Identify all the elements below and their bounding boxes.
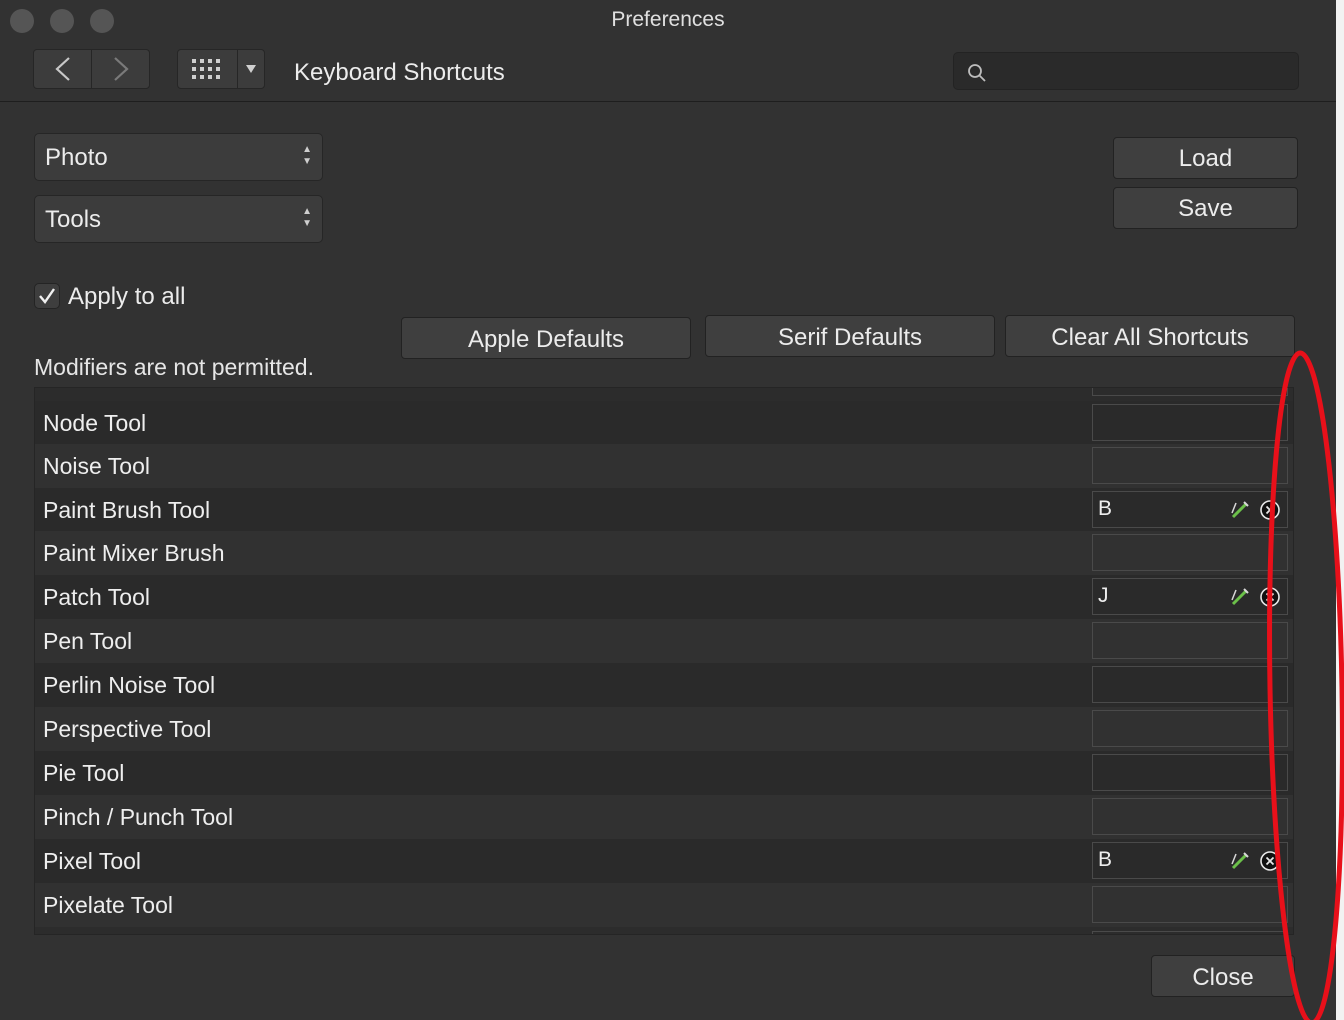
- shortcut-row[interactable]: Noise Tool: [35, 444, 1293, 488]
- shortcut-cell[interactable]: [1092, 388, 1288, 396]
- shortcut-row[interactable]: Patch Tool J: [35, 575, 1293, 619]
- shortcut-name: Perlin Noise Tool: [43, 672, 216, 698]
- shortcut-key: J: [1098, 584, 1109, 607]
- shortcut-cell[interactable]: [1092, 754, 1288, 791]
- shortcut-row[interactable]: Pen Tool: [35, 619, 1293, 663]
- preferences-window: Preferences Keyboard Shortcuts Photo ▲ ▼…: [0, 0, 1337, 1020]
- toolbar-title: Keyboard Shortcuts: [294, 59, 505, 86]
- background-window-edge: [1336, 0, 1344, 1020]
- window-title: Preferences: [611, 8, 725, 31]
- triangle-down-icon: [246, 65, 257, 73]
- updown-arrows-icon: ▲ ▼: [302, 144, 312, 167]
- pencil-icon[interactable]: [1230, 500, 1250, 520]
- grid-view-segment: [177, 49, 265, 89]
- nav-segment: [33, 49, 150, 89]
- app-select[interactable]: Photo ▲ ▼: [34, 133, 323, 181]
- clear-circle-icon[interactable]: [1259, 850, 1281, 872]
- load-button[interactable]: Load: [1113, 137, 1298, 179]
- shortcut-name: Pinch / Punch Tool: [43, 804, 234, 830]
- shortcut-name: Pie Tool: [43, 760, 125, 786]
- grid-menu-button[interactable]: [238, 50, 264, 88]
- shortcut-cell[interactable]: [1092, 404, 1288, 441]
- shortcut-cell[interactable]: [1092, 710, 1288, 747]
- shortcut-cell[interactable]: [1092, 886, 1288, 923]
- apple-defaults-button[interactable]: Apple Defaults: [401, 317, 691, 359]
- shortcut-row[interactable]: Perlin Noise Tool: [35, 663, 1293, 707]
- search-field[interactable]: [953, 52, 1299, 90]
- shortcut-name: Paint Brush Tool: [43, 497, 211, 523]
- clear-circle-icon[interactable]: [1259, 499, 1281, 521]
- shortcut-row[interactable]: Perspective Tool: [35, 707, 1293, 751]
- checkmark-icon: [39, 288, 55, 304]
- forward-button[interactable]: [92, 50, 149, 88]
- close-button[interactable]: Close: [1151, 955, 1295, 997]
- shortcut-cell[interactable]: B: [1092, 842, 1288, 879]
- shortcut-row[interactable]: Paint Brush Tool B: [35, 488, 1293, 532]
- shortcut-name: Noise Tool: [43, 453, 150, 479]
- shortcut-row[interactable]: Pie Tool: [35, 751, 1293, 795]
- shortcut-name: Patch Tool: [43, 584, 150, 610]
- save-button[interactable]: Save: [1113, 187, 1298, 229]
- shortcut-row[interactable]: Pixel Tool B: [35, 839, 1293, 883]
- shortcut-cell[interactable]: [1092, 622, 1288, 659]
- clear-all-shortcuts-button[interactable]: Clear All Shortcuts: [1005, 315, 1295, 357]
- clear-circle-icon[interactable]: [1259, 586, 1281, 608]
- modifiers-note: Modifiers are not permitted.: [34, 354, 314, 380]
- shortcut-cell[interactable]: [1092, 798, 1288, 835]
- shortcut-key: B: [1098, 497, 1113, 520]
- chevron-left-icon: [54, 57, 70, 81]
- shortcut-cell[interactable]: [1092, 447, 1288, 484]
- grid-icon: [191, 59, 220, 79]
- shortcut-row[interactable]: Pixelate Tool: [35, 883, 1293, 927]
- search-input[interactable]: [994, 59, 1288, 85]
- shortcut-cell[interactable]: [1092, 534, 1288, 571]
- search-icon: [968, 64, 986, 82]
- toolbar: Keyboard Shortcuts: [0, 40, 1336, 102]
- shortcut-name: Pixel Tool: [43, 848, 142, 874]
- pencil-icon[interactable]: [1230, 587, 1250, 607]
- grid-view-button[interactable]: [178, 50, 237, 88]
- shortcut-cell[interactable]: B: [1092, 491, 1288, 528]
- shortcut-name: Pixelate Tool: [43, 892, 173, 918]
- apply-to-all-checkbox[interactable]: [34, 283, 60, 309]
- shortcut-name: Paint Mixer Brush: [43, 540, 225, 566]
- updown-arrows-icon: ▲ ▼: [302, 206, 312, 229]
- shortcut-cell[interactable]: [1092, 666, 1288, 703]
- shortcut-cell[interactable]: [1092, 931, 1288, 934]
- app-select-value: Photo: [45, 144, 108, 171]
- pencil-icon[interactable]: [1230, 851, 1250, 871]
- chevron-right-icon: [113, 57, 129, 81]
- shortcut-key: B: [1098, 848, 1113, 871]
- shortcut-row[interactable]: Pinch / Punch Tool: [35, 795, 1293, 839]
- shortcut-name: Node Tool: [43, 410, 147, 436]
- shortcut-table: Node Tool Noise Tool Paint Brush Tool B Pain…: [34, 387, 1294, 935]
- shortcut-name: Pen Tool: [43, 628, 133, 654]
- category-select-value: Tools: [45, 206, 102, 233]
- title-bar: Preferences: [0, 0, 1336, 40]
- apply-to-all-label: Apply to all: [68, 283, 186, 310]
- shortcut-name: Perspective Tool: [43, 716, 212, 742]
- shortcut-row[interactable]: Paint Mixer Brush: [35, 531, 1293, 575]
- back-button[interactable]: [34, 50, 91, 88]
- category-select[interactable]: Tools ▲ ▼: [34, 195, 323, 243]
- shortcut-cell[interactable]: J: [1092, 578, 1288, 615]
- serif-defaults-button[interactable]: Serif Defaults: [705, 315, 995, 357]
- shortcut-row[interactable]: Node Tool: [35, 401, 1293, 445]
